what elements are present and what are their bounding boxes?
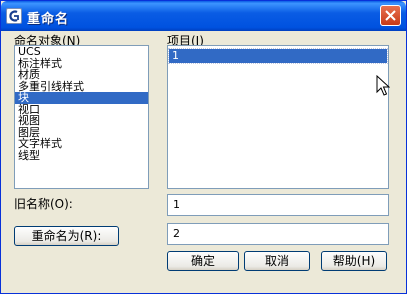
old-name-field[interactable]: 1: [167, 194, 389, 216]
list-item[interactable]: 线型: [15, 149, 148, 162]
cancel-button-label: 取消: [264, 254, 289, 268]
object-listbox[interactable]: UCS 标注样式 材质 多重引线样式 块 视口 视图 图层 文字样式 线型: [14, 45, 149, 189]
item-listbox[interactable]: 1: [167, 45, 389, 189]
help-button-label: 帮助(H): [332, 254, 376, 268]
close-button[interactable]: [380, 5, 401, 26]
ok-button-label: 确定: [190, 254, 215, 268]
rename-dialog: 重命名 命名对象(N) 项目(I) UCS 标注样式 材质 多重引线样式 块 视…: [0, 0, 407, 294]
rename-to-button[interactable]: 重命名为(R):: [14, 226, 119, 246]
list-item[interactable]: UCS: [15, 46, 148, 58]
cancel-button[interactable]: 取消: [244, 251, 310, 271]
list-item[interactable]: 多重引线样式: [15, 80, 148, 93]
list-item[interactable]: 文字样式: [15, 138, 148, 150]
list-item[interactable]: 视图: [15, 115, 148, 127]
ok-button[interactable]: 确定: [167, 251, 239, 271]
app-icon: [6, 8, 22, 24]
list-item-selected[interactable]: 1: [168, 48, 388, 64]
new-name-field[interactable]: 2: [167, 223, 389, 245]
help-button[interactable]: 帮助(H): [321, 251, 387, 271]
old-name-label: 旧名称(O):: [14, 197, 73, 211]
close-icon: [385, 10, 396, 21]
list-item-selected[interactable]: 块: [15, 92, 148, 104]
rename-to-button-label: 重命名为(R):: [31, 229, 102, 243]
title-bar[interactable]: 重命名: [1, 1, 406, 31]
list-item[interactable]: 材质: [15, 69, 148, 81]
window-title: 重命名: [27, 12, 70, 27]
mouse-pointer-icon: [376, 74, 391, 100]
